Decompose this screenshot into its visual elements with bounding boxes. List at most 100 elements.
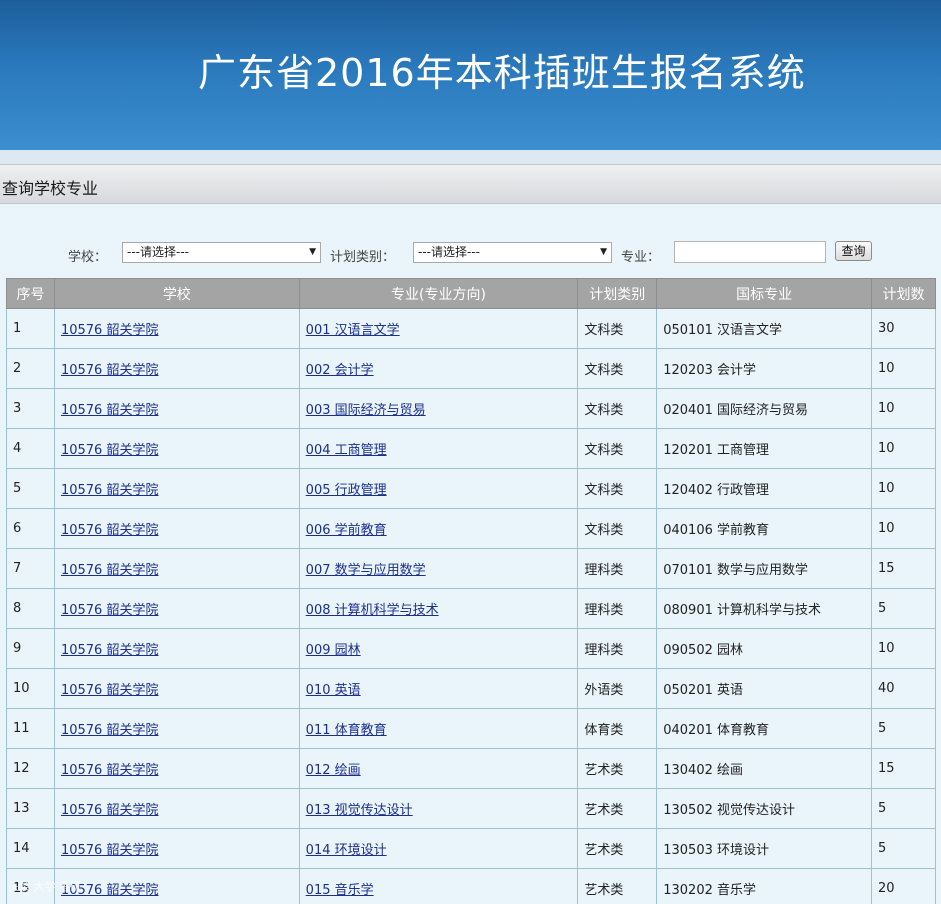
school-link[interactable]: 10576 韶关学院	[61, 523, 159, 538]
school-link[interactable]: 10576 韶关学院	[61, 723, 159, 738]
plan-count: 10	[871, 628, 936, 669]
major-link[interactable]: 007 数学与应用数学	[306, 563, 426, 578]
national-major: 130202 音乐学	[656, 868, 873, 904]
major-link[interactable]: 002 会计学	[306, 363, 374, 378]
table-row: 12 10576 韶关学院 012 绘画 艺术类 130402 绘画 15	[6, 748, 936, 789]
national-major: 020401 国际经济与贸易	[656, 388, 873, 429]
plan-count: 15	[871, 548, 936, 589]
plan-count: 15	[871, 748, 936, 789]
row-number: 3	[6, 388, 55, 429]
school-label: 学校：	[68, 250, 108, 265]
table-row: 14 10576 韶关学院 014 环境设计 艺术类 130503 环境设计 5	[6, 828, 936, 869]
national-major: 090502 园林	[656, 628, 873, 669]
row-number: 2	[6, 348, 55, 389]
school-select-value: ---请选择---	[127, 245, 189, 259]
table-row: 9 10576 韶关学院 009 园林 理科类 090502 园林 10	[6, 628, 936, 669]
table-row: 6 10576 韶关学院 006 学前教育 文科类 040106 学前教育 10	[6, 508, 936, 549]
national-major: 130503 环境设计	[656, 828, 873, 869]
school-link[interactable]: 10576 韶关学院	[61, 803, 159, 818]
row-number: 6	[6, 508, 55, 549]
major-link[interactable]: 001 汉语言文学	[306, 323, 400, 338]
row-number: 9	[6, 628, 55, 669]
plan-category: 文科类	[577, 348, 658, 389]
major-link[interactable]: 010 英语	[306, 683, 361, 698]
majors-table: 序号 学校 专业(专业方向) 计划类别 国标专业 计划数 1 10576 韶关学院…	[6, 278, 936, 904]
table-row: 8 10576 韶关学院 008 计算机科学与技术 理科类 080901 计算机科学与技…	[6, 588, 936, 629]
section-header: 查询学校专业	[0, 164, 941, 204]
school-link[interactable]: 10576 韶关学院	[61, 683, 159, 698]
row-number: 13	[6, 788, 55, 829]
plan-category: 文科类	[577, 388, 658, 429]
national-major: 070101 数学与应用数学	[656, 548, 873, 589]
national-major: 050201 英语	[656, 668, 873, 709]
major-input[interactable]	[674, 241, 826, 263]
plan-category: 文科类	[577, 428, 658, 469]
plan-category: 理科类	[577, 628, 658, 669]
row-number: 4	[6, 428, 55, 469]
table-row: 1 10576 韶关学院 001 汉语言文学 文科类 050101 汉语言文学 30	[6, 308, 936, 349]
plan-category: 外语类	[577, 668, 658, 709]
column-header-category: 计划类别	[577, 278, 658, 309]
plan-count: 5	[871, 708, 936, 749]
major-link[interactable]: 011 体育教育	[306, 723, 387, 738]
major-link[interactable]: 013 视觉传达设计	[306, 803, 413, 818]
national-major: 120201 工商管理	[656, 428, 873, 469]
table-row: 10 10576 韶关学院 010 英语 外语类 050201 英语 40	[6, 668, 936, 709]
plan-count: 30	[871, 308, 936, 349]
row-number: 5	[6, 468, 55, 509]
plan-category: 文科类	[577, 468, 658, 509]
section-title: 查询学校专业	[2, 179, 99, 198]
national-major: 130502 视觉传达设计	[656, 788, 873, 829]
table-row: 11 10576 韶关学院 011 体育教育 体育类 040201 体育教育 5	[6, 708, 936, 749]
major-link[interactable]: 014 环境设计	[306, 843, 387, 858]
column-header-major: 专业(专业方向)	[298, 278, 579, 309]
row-number: 14	[6, 828, 55, 869]
header-banner: 广东省2016年本科插班生报名系统	[0, 0, 941, 150]
plan-count: 10	[871, 468, 936, 509]
school-link[interactable]: 10576 韶关学院	[61, 403, 159, 418]
plan-category: 体育类	[577, 708, 658, 749]
table-row: 7 10576 韶关学院 007 数学与应用数学 理科类 070101 数学与应用数学 1…	[6, 548, 936, 589]
major-link[interactable]: 008 计算机科学与技术	[306, 603, 439, 618]
school-link[interactable]: 10576 韶关学院	[61, 603, 159, 618]
row-number: 1	[6, 308, 55, 349]
plan-count: 10	[871, 388, 936, 429]
major-link[interactable]: 003 国际经济与贸易	[306, 403, 426, 418]
chevron-down-icon: ▼	[309, 247, 316, 257]
page-title: 广东省2016年本科插班生报名系统	[198, 51, 806, 95]
search-form: 学校： ---请选择--- ▼ 计划类别： ---请选择--- ▼ 专业： 查询	[0, 238, 941, 268]
national-major: 120203 会计学	[656, 348, 873, 389]
table-row: 15 10576 韶关学院 015 音乐学 艺术类 130202 音乐学 20	[6, 868, 936, 904]
major-link[interactable]: 006 学前教育	[306, 523, 387, 538]
school-link[interactable]: 10576 韶关学院	[61, 843, 159, 858]
school-link[interactable]: 10576 韶关学院	[61, 563, 159, 578]
row-number: 12	[6, 748, 55, 789]
school-link[interactable]: 10576 韶关学院	[61, 643, 159, 658]
major-link[interactable]: 009 园林	[306, 643, 361, 658]
table-row: 2 10576 韶关学院 002 会计学 文科类 120203 会计学 10	[6, 348, 936, 389]
national-major: 080901 计算机科学与技术	[656, 588, 873, 629]
query-button[interactable]: 查询	[835, 241, 872, 261]
column-header-school: 学校	[53, 278, 300, 309]
row-number: 11	[6, 708, 55, 749]
school-link[interactable]: 10576 韶关学院	[61, 363, 159, 378]
column-header-national-major: 国标专业	[656, 278, 873, 309]
major-link[interactable]: 015 音乐学	[306, 883, 374, 898]
major-label: 专业：	[621, 250, 661, 265]
school-link[interactable]: 10576 韶关学院	[61, 443, 159, 458]
chevron-down-icon: ▼	[600, 247, 607, 257]
plan-category: 理科类	[577, 588, 658, 629]
major-link[interactable]: 012 绘画	[306, 763, 361, 778]
school-link[interactable]: 10576 韶关学院	[61, 483, 159, 498]
school-select[interactable]: ---请选择--- ▼	[122, 242, 321, 263]
plan-type-select-value: ---请选择---	[418, 245, 480, 259]
table-row: 13 10576 韶关学院 013 视觉传达设计 艺术类 130502 视觉传达设计 5	[6, 788, 936, 829]
national-major: 120402 行政管理	[656, 468, 873, 509]
school-link[interactable]: 10576 韶关学院	[61, 763, 159, 778]
major-link[interactable]: 004 工商管理	[306, 443, 387, 458]
plan-category: 艺术类	[577, 828, 658, 869]
major-link[interactable]: 005 行政管理	[306, 483, 387, 498]
plan-type-select[interactable]: ---请选择--- ▼	[413, 242, 612, 263]
school-link[interactable]: 10576 韶关学院	[61, 323, 159, 338]
plan-count: 10	[871, 428, 936, 469]
